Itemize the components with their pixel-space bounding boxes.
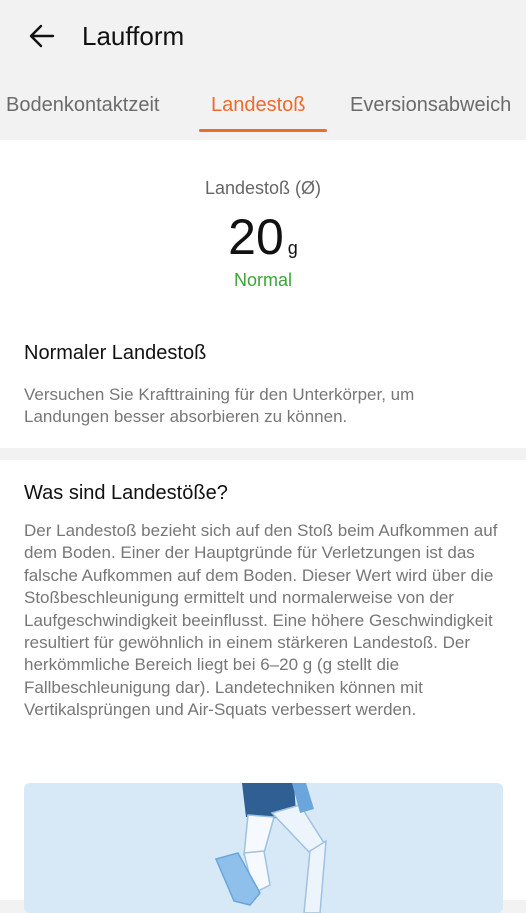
metric-label: Landestoß (Ø) (204, 178, 322, 198)
metric-number: 20 (228, 209, 284, 265)
tab-eversionsabweichung[interactable]: Eversionsabweich (350, 94, 511, 117)
tab-bar: Bodenkontaktzeit Landestoß Eversionsabwe… (0, 72, 526, 140)
arrow-left-icon (29, 24, 55, 48)
active-tab-indicator (199, 129, 327, 132)
metric-card: Landestoß (Ø) 20 g Normal Normaler Landes… (0, 140, 526, 448)
status-label: Normal (233, 270, 292, 290)
assessment-text: Versuchen Sie Krafttraining für den Unte… (24, 385, 415, 426)
page-title: Laufform (82, 20, 185, 51)
metric-value: 20 g (0, 208, 526, 266)
info-text: Der Landestoß bezieht sich auf den Stoß … (24, 521, 498, 720)
back-button[interactable] (22, 16, 62, 56)
metric-unit: g (287, 238, 298, 258)
info-title: Was sind Landestöße? (24, 482, 228, 504)
tab-bodenkontaktzeit[interactable]: Bodenkontaktzeit (6, 94, 159, 117)
tab-landestoss[interactable]: Landestoß (211, 94, 306, 117)
running-illustration (24, 783, 503, 913)
info-card: Was sind Landestöße? Der Landestoß bezie… (0, 460, 526, 913)
app-header: Laufform (0, 0, 526, 72)
section-divider (0, 448, 526, 460)
assessment-title: Normaler Landestoß (24, 342, 207, 364)
